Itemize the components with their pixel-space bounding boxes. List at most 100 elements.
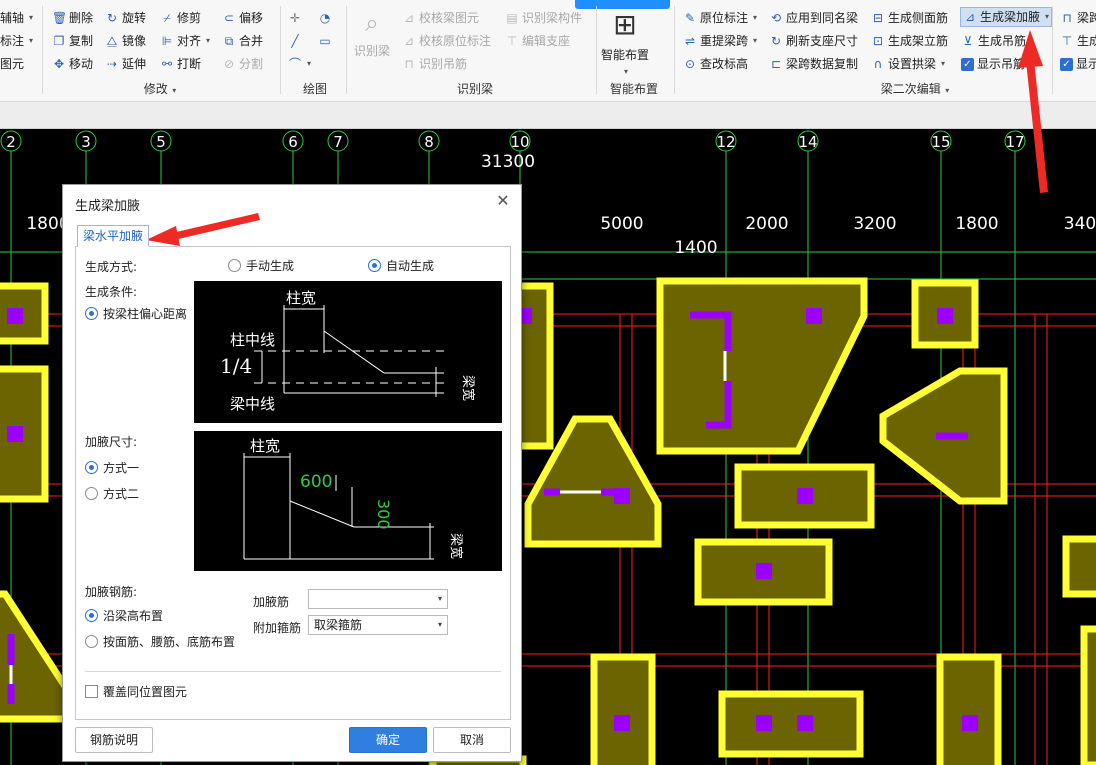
rotate-icon: ↻	[106, 11, 118, 25]
check-origin-annotation-button[interactable]: ⊿ 校核原位标注	[402, 31, 491, 51]
rebar-along-height-radio[interactable]: 沿梁高布置	[85, 607, 163, 624]
copy-span-data-button[interactable]: ⊏ 梁跨数据复制	[769, 54, 858, 74]
column	[590, 653, 656, 765]
copy-button[interactable]: ❐ 复制	[52, 31, 93, 51]
line-tool[interactable]: ╱	[288, 31, 302, 51]
diagram-drawing: 柱宽 梁宽 600 300	[243, 437, 464, 560]
haunch-bar-select[interactable]: ▾	[308, 589, 448, 609]
align-button[interactable]: ⊫ 对齐 ▾	[160, 31, 210, 51]
smart-layout-button[interactable]: ⊞ 智能布置 ▾	[601, 8, 649, 76]
circle-tool[interactable]: ◔	[318, 8, 332, 28]
arc-tool[interactable]: ⌒ ▾	[288, 54, 311, 74]
rebar-by-type-radio[interactable]: 按面筋、腰筋、底筋布置	[85, 633, 235, 650]
gen-mode-auto-radio[interactable]: 自动生成	[368, 257, 434, 274]
apply-same-beam-button[interactable]: ⟲ 应用到同名梁	[769, 8, 858, 28]
stirrup-select[interactable]: 取梁箍筋 ▾	[308, 615, 448, 635]
delete-button[interactable]: 🗑 删除	[52, 8, 93, 28]
align-icon: ⊫	[161, 34, 173, 48]
node-marker	[797, 715, 813, 731]
generate-button[interactable]: ⊤生成	[1060, 31, 1096, 51]
column	[656, 277, 868, 455]
identify-beam-component-button[interactable]: ▤ 识别梁构件	[505, 8, 582, 28]
show-checkbox[interactable]: ✓显示	[1060, 54, 1096, 74]
annotation-button[interactable]: 标注 ▾	[0, 31, 33, 51]
show-hanger-checkbox[interactable]: ✓ 显示吊筋	[961, 54, 1025, 74]
identify-icon: ▤	[506, 11, 518, 25]
break-button[interactable]: ⚯ 打断	[160, 54, 201, 74]
eccentric-distance-diagram: 柱宽 柱中线 1/4 梁中线 梁宽	[194, 281, 502, 423]
point-tool[interactable]: ✛	[288, 8, 302, 28]
divider	[85, 671, 501, 672]
rectangle-icon: ▭	[319, 34, 331, 48]
haunch-length-value: 600	[300, 472, 332, 492]
beam-span-button[interactable]: ⊓梁跨	[1060, 8, 1096, 28]
axis-number: 6	[288, 133, 298, 151]
set-arch-beam-button[interactable]: ∩ 设置拱梁 ▾	[871, 54, 945, 74]
diagram-label: 柱宽	[286, 289, 316, 307]
extend-button[interactable]: ⇢ 延伸	[105, 54, 146, 74]
check-beam-element-button[interactable]: ⊿ 校核梁图元	[402, 8, 479, 28]
split-button[interactable]: ⊘ 分割	[222, 54, 263, 74]
chevron-down-icon: ▾	[206, 36, 211, 45]
move-button[interactable]: ✥ 移动	[52, 54, 93, 74]
generate-erection-rebar-button[interactable]: ⊡ 生成架立筋	[871, 31, 948, 51]
chevron-down-icon: ▾	[753, 36, 758, 45]
edit-support-button[interactable]: ⊤ 编辑支座	[505, 31, 570, 51]
rotate-button[interactable]: ↻ 旋转	[105, 8, 146, 28]
identify-hanger-button[interactable]: ⊓ 识别吊筋	[402, 54, 467, 74]
aux-axis-button[interactable]: 辅轴 ▾	[0, 8, 33, 28]
diagram-label: 柱中线	[230, 331, 275, 349]
trim-icon: ⌿	[163, 11, 171, 25]
grid-layout-icon: ⊞	[613, 8, 637, 41]
re-extract-span-button[interactable]: ⇌ 重提梁跨 ▾	[683, 31, 757, 51]
haunch-depth-value: 300	[374, 499, 393, 530]
rebar-label: 加腋钢筋:	[85, 585, 138, 599]
tab-horizontal-haunch[interactable]: 梁水平加腋	[77, 225, 150, 247]
column	[1062, 535, 1096, 598]
generate-side-rebar-button[interactable]: ⊟ 生成侧面筋	[871, 8, 948, 28]
ok-button[interactable]: 确定	[349, 727, 427, 753]
side-rebar-icon: ⊟	[872, 11, 884, 25]
size-method1-radio[interactable]: 方式一	[85, 459, 139, 476]
node-marker	[962, 715, 978, 731]
condition-eccentric-radio[interactable]: 按梁柱偏心距离	[85, 305, 187, 322]
chevron-down-icon: ▾	[437, 620, 442, 629]
cancel-button[interactable]: 取消	[433, 727, 511, 753]
gen-mode-manual-radio[interactable]: 手动生成	[228, 257, 294, 274]
group-separator	[674, 6, 675, 94]
line-icon: ╱	[291, 34, 299, 48]
chevron-down-icon: ▾	[29, 36, 34, 45]
generate-hanger-button[interactable]: ⊻ 生成吊筋	[961, 31, 1026, 51]
check-elevation-button[interactable]: ⊙ 查改标高	[683, 54, 748, 74]
arc-icon: ⌒	[288, 57, 301, 71]
element-button[interactable]: 图元	[0, 54, 24, 74]
refresh-support-size-button[interactable]: ↻ 刷新支座尺寸	[769, 31, 858, 51]
trim-button[interactable]: ⌿ 修剪	[160, 8, 201, 28]
mirror-button[interactable]: ⧋ 镜像	[105, 31, 146, 51]
axis-number: 5	[156, 133, 166, 151]
identify-beam-button[interactable]: ⌕ 识别梁	[354, 8, 390, 64]
node-marker	[756, 563, 772, 579]
rect-tool[interactable]: ▭	[318, 31, 332, 51]
overwrite-checkbox[interactable]: 覆盖同位置图元	[85, 683, 187, 700]
rebar-help-button[interactable]: 钢筋说明	[75, 727, 153, 753]
break-icon: ⚯	[161, 57, 173, 71]
axis-number: 2	[6, 133, 16, 151]
radio-checked-icon	[85, 461, 98, 474]
checkbox-checked-icon: ✓	[961, 57, 974, 71]
radio-checked-icon	[368, 259, 381, 272]
offset-icon: ⊂	[223, 11, 235, 25]
size-method2-radio[interactable]: 方式二	[85, 485, 139, 502]
dialog-panel: 生成方式: 手动生成 自动生成 生成条件: 按梁柱偏心距离 柱宽 柱中线 1/4…	[75, 246, 511, 720]
radio-unchecked-icon	[85, 487, 98, 500]
merge-button[interactable]: ⧉ 合并	[222, 31, 263, 51]
node-marker	[797, 488, 813, 504]
offset-button[interactable]: ⊂ 偏移	[222, 8, 263, 28]
generate-beam-haunch-button[interactable]: ⊿ 生成梁加腋 ▾	[960, 7, 1053, 27]
condition-label: 生成条件:	[85, 285, 138, 299]
origin-annotation-button[interactable]: ✎ 原位标注 ▾	[683, 8, 757, 28]
trash-icon: 🗑	[52, 11, 68, 25]
span-icon: ⇌	[684, 34, 696, 48]
radio-unchecked-icon	[85, 635, 98, 648]
close-icon[interactable]: ✕	[495, 193, 511, 209]
